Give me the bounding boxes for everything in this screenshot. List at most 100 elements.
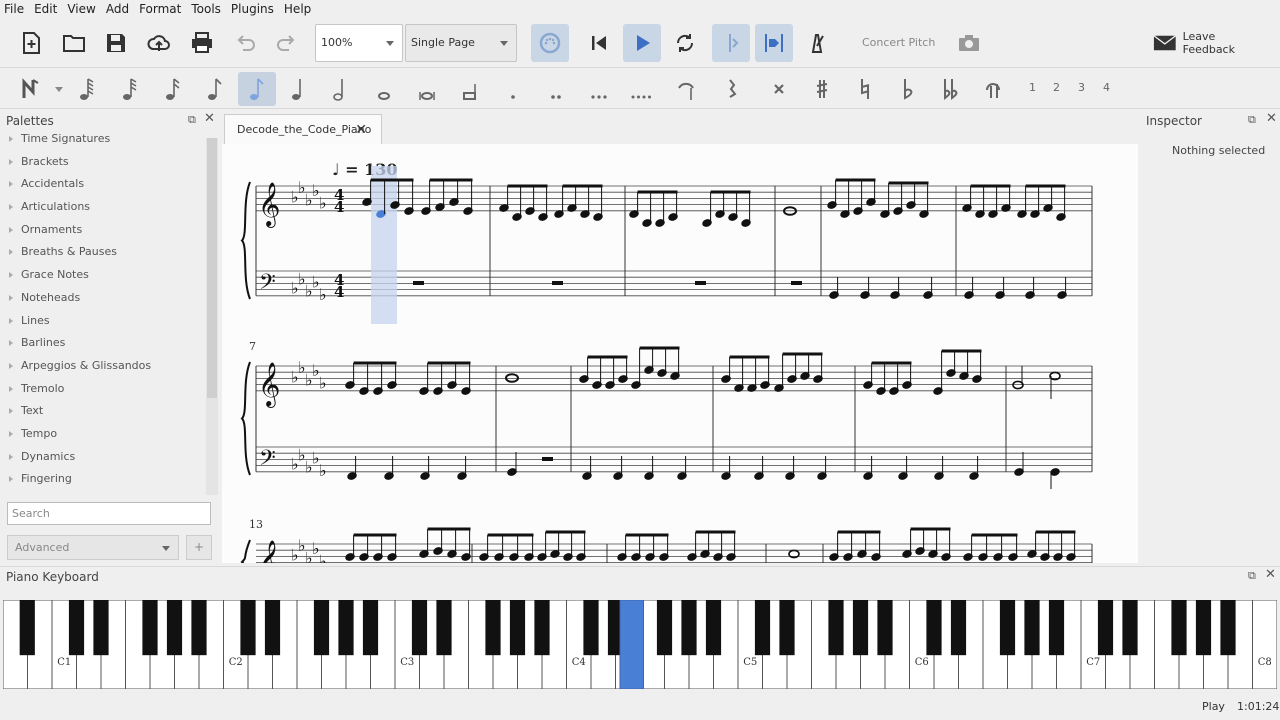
sharp-button[interactable] (803, 72, 841, 106)
note-longa-button[interactable] (451, 72, 489, 106)
menu-plugins[interactable]: Plugins (227, 0, 280, 18)
double-dot-button[interactable] (537, 72, 575, 106)
scrollbar-thumb[interactable] (207, 138, 217, 398)
add-workspace-button[interactable]: + (186, 535, 212, 560)
voice-1-button[interactable]: 1 (1029, 81, 1036, 94)
redo-button[interactable] (268, 24, 306, 62)
sharp-icon (816, 80, 828, 98)
palette-time-signatures[interactable]: Time Signatures (0, 128, 205, 151)
close-icon[interactable]: ✕ (1265, 567, 1276, 582)
palette-lines[interactable]: Lines (0, 310, 205, 333)
note-input-mode-button[interactable] (12, 72, 50, 106)
voice-3-button[interactable]: 3 (1078, 81, 1085, 94)
float-panel-icon[interactable]: ⧉ (1248, 569, 1256, 583)
loop-in-button[interactable] (712, 24, 750, 62)
upload-button[interactable] (140, 24, 178, 62)
palette-scrollbar[interactable] (206, 138, 218, 495)
note-8th-alt-button[interactable] (196, 72, 234, 106)
palette-ornaments[interactable]: Ornaments (0, 219, 205, 242)
menu-help[interactable]: Help (280, 0, 317, 18)
note-64th-button[interactable] (68, 72, 106, 106)
palette-barlines[interactable]: Barlines (0, 332, 205, 355)
palette-breaths-pauses[interactable]: Breaths & Pauses (0, 241, 205, 264)
black-key (950, 600, 967, 656)
zoom-select[interactable]: 100% (315, 24, 403, 62)
float-panel-icon[interactable]: ⧉ (1248, 113, 1256, 127)
flat-button[interactable] (889, 72, 927, 106)
palettes-title: Palettes (6, 114, 54, 128)
black-key (338, 600, 354, 656)
undo-button[interactable] (226, 24, 264, 62)
concert-pitch-toggle[interactable]: Concert Pitch (862, 36, 935, 49)
note-8th-button[interactable] (238, 72, 276, 106)
menu-add[interactable]: Add (102, 0, 135, 18)
loop-button[interactable] (666, 24, 704, 62)
palette-tremolo[interactable]: Tremolo (0, 378, 205, 401)
note-breve-button[interactable] (408, 72, 446, 106)
palette-fingering[interactable]: Fingering (0, 468, 205, 491)
palette-accidentals[interactable]: Accidentals (0, 173, 205, 196)
note-quarter-button[interactable] (280, 72, 318, 106)
chevron-down-icon[interactable] (55, 87, 63, 92)
workspace-select[interactable]: Advanced (7, 535, 179, 560)
black-key (779, 600, 795, 656)
score-notation[interactable]: 𝄞𝄢♭♭♭♭♭♭♭♭♭♭4444𝄞𝄢♭♭♭♭♭♭♭♭♭♭𝄞𝄢♭♭♭♭♭♭♭♭♭♭ (222, 144, 1138, 563)
close-icon[interactable]: ✕ (204, 111, 215, 126)
flip-direction-button[interactable] (975, 72, 1013, 106)
black-key (509, 600, 526, 656)
menu-format[interactable]: Format (135, 0, 187, 18)
menu-view[interactable]: View (63, 0, 101, 18)
beam (353, 361, 397, 365)
float-panel-icon[interactable]: ⧉ (188, 113, 196, 127)
leave-feedback-button[interactable]: Leave Feedback (1153, 30, 1263, 56)
triple-dot-button[interactable] (580, 72, 618, 106)
palette-dynamics[interactable]: Dynamics (0, 446, 205, 469)
palette-grace-notes[interactable]: Grace Notes (0, 264, 205, 287)
palette-tempo[interactable]: Tempo (0, 423, 205, 446)
palette-articulations[interactable]: Articulations (0, 196, 205, 219)
note-whole-button[interactable] (365, 72, 403, 106)
menu-edit[interactable]: Edit (30, 0, 63, 18)
time-signature: 4 (334, 283, 344, 301)
palette-text[interactable]: Text (0, 400, 205, 423)
palette-search-input[interactable]: Search (7, 502, 211, 525)
double-flat-button[interactable] (932, 72, 970, 106)
quadruple-dot-button[interactable] (622, 72, 660, 106)
tie-button[interactable] (666, 72, 704, 106)
score-tab[interactable]: Decode_the_Code_Piano ✕ (224, 114, 382, 144)
rest-button[interactable] (713, 72, 751, 106)
dot-button[interactable] (494, 72, 532, 106)
rewind-button[interactable] (580, 24, 618, 62)
natural-button[interactable] (846, 72, 884, 106)
metronome-button[interactable] (798, 24, 836, 62)
double-sharp-button[interactable] (760, 72, 798, 106)
palette-noteheads[interactable]: Noteheads (0, 287, 205, 310)
midi-input-button[interactable] (531, 24, 569, 62)
palette-arpeggios-glissandos[interactable]: Arpeggios & Glissandos (0, 355, 205, 378)
note-16th-button[interactable] (154, 72, 192, 106)
voice-4-button[interactable]: 4 (1103, 81, 1110, 94)
close-icon[interactable]: ✕ (355, 115, 367, 145)
16th-note-icon (166, 78, 180, 100)
print-button[interactable] (183, 24, 221, 62)
piano-keyboard[interactable]: C1 C2 C3 C4 C5 C6 C7 C8 (3, 600, 1277, 689)
camera-icon (959, 35, 979, 51)
score-canvas[interactable]: ♩ = 130 7 13 𝄞 𝄢 ♭ ♭ ♭ ♭ ♭ ♭ ♭ ♭ ♭ ♭ 4 4 4 4 𝄞 𝄢 ♭ ♭ ♭ ♭ ♭ ♭ ♭ ♭ ♭… (222, 144, 1138, 563)
voice-2-button[interactable]: 2 (1053, 81, 1060, 94)
menu-file[interactable]: File (0, 0, 30, 18)
loop-out-button[interactable] (755, 24, 793, 62)
menu-tools[interactable]: Tools (187, 0, 227, 18)
view-mode-select[interactable]: Single Page (405, 24, 517, 62)
new-score-button[interactable] (12, 24, 50, 62)
open-button[interactable] (55, 24, 93, 62)
palette-brackets[interactable]: Brackets (0, 151, 205, 174)
play-button[interactable] (623, 24, 661, 62)
quarter-note-icon (292, 79, 301, 100)
note-32nd-button[interactable] (111, 72, 149, 106)
key-flat: ♭ (319, 374, 327, 393)
save-button[interactable] (97, 24, 135, 62)
close-icon[interactable]: ✕ (1266, 111, 1277, 126)
note-half-button[interactable] (322, 72, 360, 106)
image-capture-button[interactable] (950, 24, 988, 62)
rest (413, 281, 424, 285)
